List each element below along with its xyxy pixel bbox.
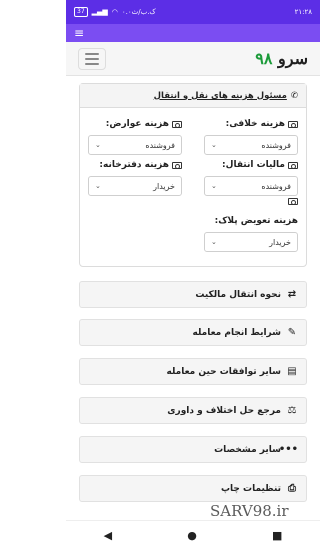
violation-cost-field: هزینه خلافی: فروشنده ⌄ xyxy=(204,119,298,155)
transfer-tax-field: مالیات انتقال: فروشنده ⌄ xyxy=(204,160,298,207)
battery-icon: 37 xyxy=(74,7,88,17)
section-other-agreements[interactable]: ▤ سایر توافقات حین معامله xyxy=(79,358,307,385)
more-icon: ••• xyxy=(278,444,298,455)
app-header: سرو ۹۸ xyxy=(66,42,320,76)
costs-card: ✆ مسئول هزینه های نقل و انتقال هزینه خلا… xyxy=(79,83,307,267)
section-label: مرجع حل اختلاف و داوری xyxy=(167,405,281,416)
chevron-down-icon: ⌄ xyxy=(95,182,101,190)
select-value: فروشنده xyxy=(261,140,291,150)
chevron-down-icon: ⌄ xyxy=(95,141,101,149)
money-icon xyxy=(204,198,298,207)
money-icon xyxy=(288,161,298,169)
field-label: هزینه خلافی: xyxy=(225,119,285,129)
section-label: نحوه انتقال مالکیت xyxy=(195,289,281,300)
notary-cost-select[interactable]: خریدار ⌄ xyxy=(88,176,182,196)
violation-cost-select[interactable]: فروشنده ⌄ xyxy=(204,135,298,155)
hamburger-button[interactable] xyxy=(78,47,106,70)
money-icon: ✆ xyxy=(290,90,298,101)
signal-icon: ▂▄▆ xyxy=(91,8,108,16)
money-icon xyxy=(172,161,182,169)
edit-icon: ✎ xyxy=(287,327,297,338)
network-speed: ۰.۰ک.ب/ث xyxy=(121,8,156,16)
plate-change-cost-select[interactable]: خریدار ⌄ xyxy=(204,232,298,252)
money-icon xyxy=(288,120,298,128)
plate-change-cost-field: هزینه تعویض پلاک: خریدار ⌄ xyxy=(204,216,298,252)
field-label: هزینه دفترخانه: xyxy=(99,160,169,170)
field-label: هزینه تعویض پلاک: xyxy=(214,216,298,226)
select-value: خریدار xyxy=(269,237,291,247)
status-time: ۲۱:۲۸ xyxy=(294,8,312,16)
section-label: تنظیمات چاپ xyxy=(221,483,281,494)
select-value: فروشنده xyxy=(145,140,175,150)
section-arbitration[interactable]: ⚖ مرجع حل اختلاف و داوری xyxy=(79,397,307,424)
scale-icon: ⚖ xyxy=(287,405,297,416)
chevron-down-icon: ⌄ xyxy=(211,141,217,149)
select-value: فروشنده xyxy=(261,181,291,191)
status-bar: ۲۱:۲۸ 37 ▂▄▆ ◠ ۰.۰ک.ب/ث xyxy=(66,0,320,24)
brand-text: سرو xyxy=(278,49,308,68)
field-label: مالیات انتقال: xyxy=(222,160,285,170)
costs-card-title: مسئول هزینه های نقل و انتقال xyxy=(153,90,287,101)
tolls-cost-field: هزینه عوارض: فروشنده ⌄ xyxy=(88,119,182,155)
menu-icon[interactable]: ≡ xyxy=(74,27,84,39)
section-label: سایر مشخصات xyxy=(214,444,281,455)
section-label: شرایط انجام معامله xyxy=(192,327,281,338)
section-print-settings[interactable]: ⎙ تنظیمات چاپ xyxy=(79,475,307,502)
system-nav-bar: ■ ● ◀ xyxy=(66,520,320,550)
home-button[interactable]: ● xyxy=(187,529,197,542)
select-value: خریدار xyxy=(153,181,175,191)
status-icons: 37 ▂▄▆ ◠ ۰.۰ک.ب/ث xyxy=(74,7,156,17)
wifi-icon: ◠ xyxy=(111,8,118,16)
field-label: هزینه عوارض: xyxy=(105,119,169,129)
watermark: SARV98.ir xyxy=(210,502,289,520)
print-icon: ⎙ xyxy=(288,483,296,494)
section-label: سایر توافقات حین معامله xyxy=(166,366,281,377)
chevron-down-icon: ⌄ xyxy=(211,238,217,246)
notary-cost-field: هزینه دفترخانه: خریدار ⌄ xyxy=(88,160,182,196)
document-icon: ▤ xyxy=(287,366,297,377)
brand-number: ۹۸ xyxy=(255,49,273,68)
section-deal-conditions[interactable]: ✎ شرایط انجام معامله xyxy=(79,319,307,346)
top-bar: ≡ xyxy=(66,24,320,42)
section-ownership-transfer[interactable]: ⇄ نحوه انتقال مالکیت xyxy=(79,281,307,308)
tolls-cost-select[interactable]: فروشنده ⌄ xyxy=(88,135,182,155)
costs-card-header: ✆ مسئول هزینه های نقل و انتقال xyxy=(80,84,306,108)
section-other-details[interactable]: ••• سایر مشخصات xyxy=(79,436,307,463)
app-logo[interactable]: سرو ۹۸ xyxy=(255,49,308,68)
back-button[interactable]: ◀ xyxy=(104,529,112,542)
recents-button[interactable]: ■ xyxy=(272,529,282,542)
chevron-down-icon: ⌄ xyxy=(211,182,217,190)
money-icon xyxy=(172,120,182,128)
transfer-icon: ⇄ xyxy=(287,289,297,300)
transfer-tax-select[interactable]: فروشنده ⌄ xyxy=(204,176,298,196)
